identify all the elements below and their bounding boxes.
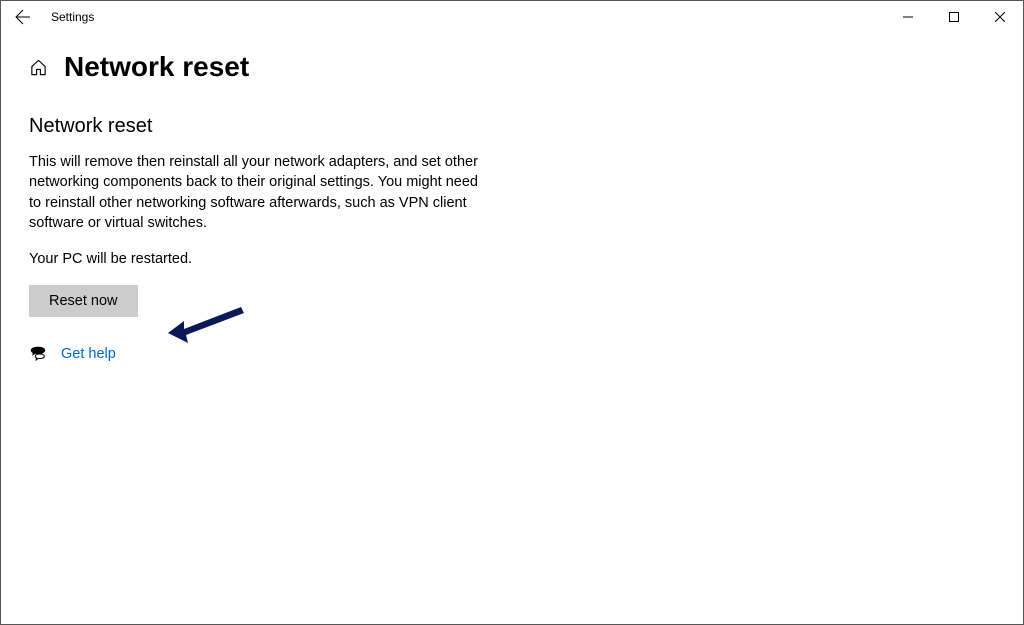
restart-note: Your PC will be restarted. [29, 251, 995, 267]
back-arrow-icon [15, 9, 31, 25]
reset-now-button[interactable]: Reset now [29, 285, 138, 317]
maximize-button[interactable] [931, 1, 977, 33]
page-header: Network reset [29, 51, 995, 83]
window-controls [885, 1, 1023, 33]
description-text: This will remove then reinstall all your… [29, 152, 489, 233]
titlebar-left: Settings [13, 7, 94, 27]
minimize-button[interactable] [885, 1, 931, 33]
back-button[interactable] [13, 7, 33, 27]
home-button[interactable] [29, 58, 48, 77]
maximize-icon [949, 12, 959, 22]
page-title: Network reset [64, 51, 249, 83]
titlebar: Settings [1, 1, 1023, 33]
home-icon [29, 58, 48, 77]
app-title: Settings [51, 10, 94, 24]
help-icon [29, 345, 47, 363]
minimize-icon [903, 12, 913, 22]
get-help-link[interactable]: Get help [61, 346, 116, 362]
section-title: Network reset [29, 115, 995, 138]
close-button[interactable] [977, 1, 1023, 33]
close-icon [995, 12, 1005, 22]
chat-help-icon [29, 345, 47, 363]
help-row: Get help [29, 345, 995, 363]
content-area: Network reset Network reset This will re… [1, 33, 1023, 363]
